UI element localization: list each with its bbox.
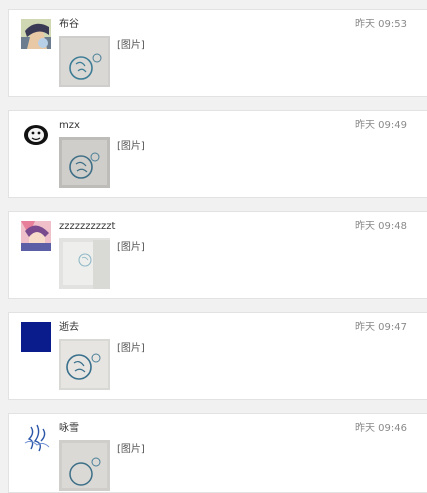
sender-name: mzx	[59, 120, 80, 131]
image-thumbnail[interactable]	[59, 339, 110, 390]
image-thumbnail[interactable]	[59, 36, 110, 87]
image-thumbnail[interactable]	[59, 238, 110, 289]
message-item[interactable]: 咏雪 昨天 09:46 [图片]	[8, 413, 427, 493]
message-time: 昨天 09:49	[355, 120, 407, 131]
meme-face-avatar-icon[interactable]	[21, 120, 51, 150]
anime-girl-avatar-icon[interactable]	[21, 221, 51, 251]
message-time: 昨天 09:46	[355, 423, 407, 434]
sender-name: 布谷	[59, 19, 79, 30]
message-time: 昨天 09:47	[355, 322, 407, 333]
sender-name: 逝去	[59, 322, 79, 333]
image-message-label: [图片]	[117, 444, 145, 455]
message-item[interactable]: zzzzzzzzzzt 昨天 09:48 [图片]	[8, 211, 427, 299]
message-time: 昨天 09:48	[355, 221, 407, 232]
blue-sketch-avatar-icon[interactable]	[21, 423, 51, 453]
blue-square-avatar-icon[interactable]	[21, 322, 51, 352]
image-message-label: [图片]	[117, 40, 145, 51]
sender-name: 咏雪	[59, 423, 79, 434]
message-time: 昨天 09:53	[355, 19, 407, 30]
image-message-label: [图片]	[117, 141, 145, 152]
image-message-label: [图片]	[117, 343, 145, 354]
image-thumbnail[interactable]	[59, 137, 110, 188]
anime-avatar-icon[interactable]	[21, 19, 51, 49]
sender-name: zzzzzzzzzzt	[59, 221, 116, 232]
message-item[interactable]: 布谷 昨天 09:53 [图片]	[8, 9, 427, 97]
image-message-label: [图片]	[117, 242, 145, 253]
message-item[interactable]: mzx 昨天 09:49 [图片]	[8, 110, 427, 198]
image-thumbnail[interactable]	[59, 440, 110, 491]
message-item[interactable]: 逝去 昨天 09:47 [图片]	[8, 312, 427, 400]
